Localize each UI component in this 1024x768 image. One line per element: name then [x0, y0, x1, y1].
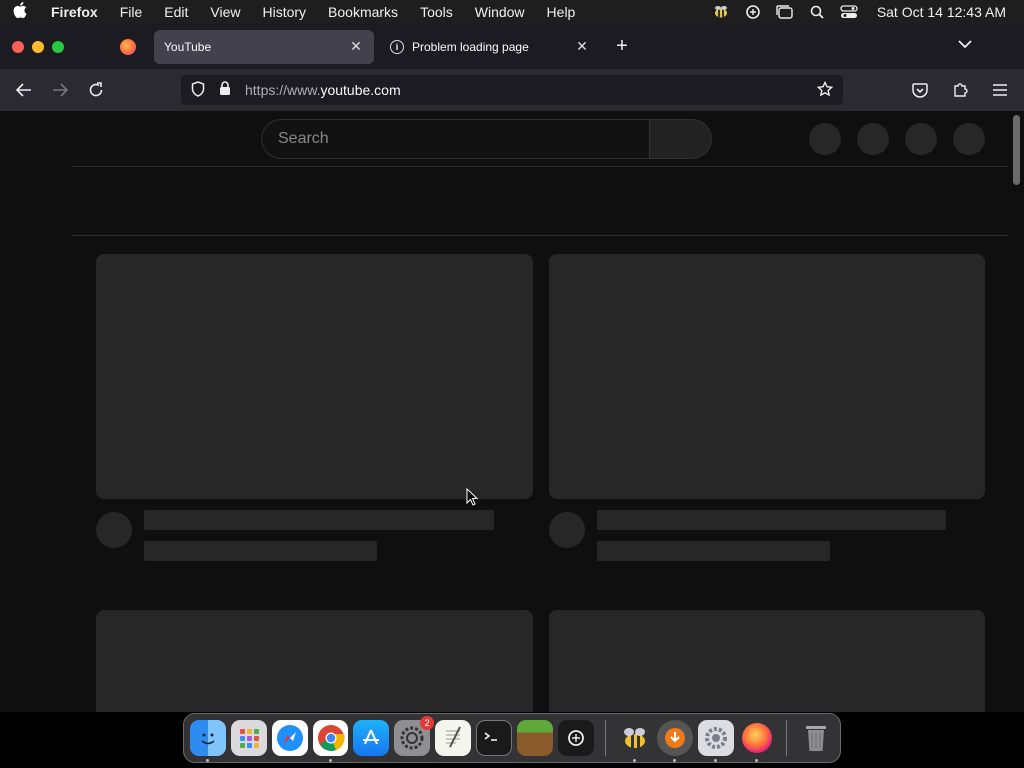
- meta-line-placeholder: [144, 541, 377, 561]
- menu-view[interactable]: View: [199, 4, 251, 20]
- youtube-search-input[interactable]: Search: [261, 119, 649, 159]
- window-controls: [0, 40, 110, 53]
- tab-label: YouTube: [164, 39, 212, 54]
- header-placeholder-circle: [857, 123, 889, 155]
- meta-line-placeholder: [597, 541, 830, 561]
- tab-close-icon[interactable]: ✕: [348, 38, 364, 55]
- video-thumbnail-placeholder: [549, 254, 985, 499]
- menu-window[interactable]: Window: [464, 4, 536, 20]
- url-text: https://www.youtube.com: [245, 82, 401, 98]
- firefox-window: YouTube ✕ i Problem loading page ✕ + htt…: [0, 24, 1024, 712]
- running-indicator: [673, 759, 677, 762]
- firefox-dock-icon[interactable]: [739, 720, 775, 762]
- window-zoom-button[interactable]: [52, 40, 64, 53]
- window-minimize-button[interactable]: [32, 40, 44, 53]
- hamburger-menu-icon[interactable]: [982, 74, 1018, 106]
- header-placeholder-circle: [809, 123, 841, 155]
- running-indicator: [755, 759, 759, 762]
- video-thumbnail-placeholder: [96, 610, 533, 712]
- downloader-icon[interactable]: [657, 720, 694, 762]
- chips-divider: [72, 235, 1008, 236]
- running-indicator: [206, 759, 209, 762]
- toolbar-right: [902, 74, 1018, 106]
- dock: 2: [183, 713, 841, 763]
- navigation-toolbar: https://www.youtube.com: [0, 69, 1024, 111]
- menu-tools[interactable]: Tools: [409, 4, 464, 20]
- safari-icon[interactable]: [271, 720, 308, 756]
- mouse-cursor-icon: [466, 487, 479, 511]
- notification-badge: 2: [420, 716, 435, 730]
- reload-button[interactable]: [78, 74, 114, 106]
- bookmark-star-icon[interactable]: [816, 80, 834, 100]
- tab-label: Problem loading page: [412, 39, 529, 54]
- chatgpt-status-icon[interactable]: [743, 4, 763, 20]
- launchpad-icon[interactable]: [230, 720, 267, 756]
- firefox-icon: [120, 38, 136, 55]
- running-indicator: [328, 759, 332, 762]
- pocket-icon[interactable]: [902, 74, 938, 106]
- trash-icon[interactable]: [798, 720, 834, 756]
- header-placeholder-circle: [905, 123, 937, 155]
- channel-avatar-placeholder: [549, 512, 585, 548]
- app-store-icon[interactable]: [353, 720, 390, 756]
- url-host: youtube.com: [320, 82, 401, 98]
- menu-history[interactable]: History: [251, 4, 317, 20]
- chatgpt-icon[interactable]: [557, 720, 594, 756]
- menu-bookmarks[interactable]: Bookmarks: [317, 4, 409, 20]
- video-thumbnail-placeholder: [549, 610, 985, 712]
- list-all-tabs-chevron-down-icon[interactable]: [958, 36, 972, 54]
- window-switcher-icon[interactable]: [775, 4, 795, 20]
- finder-icon[interactable]: [190, 720, 226, 762]
- page-scrollbar[interactable]: [1013, 115, 1020, 185]
- menu-bar-clock[interactable]: Sat Oct 14 12:43 AM: [877, 4, 1006, 20]
- gear-settings-app-icon[interactable]: [698, 720, 735, 762]
- title-line-placeholder: [144, 510, 494, 530]
- apple-menu-icon[interactable]: [0, 1, 40, 23]
- new-tab-button[interactable]: +: [608, 35, 636, 58]
- running-indicator: [632, 759, 636, 762]
- youtube-search-button[interactable]: [649, 119, 712, 159]
- url-prefix: https://www.: [245, 82, 321, 98]
- menu-bar: Firefox File Edit View History Bookmarks…: [0, 0, 1024, 24]
- bee-app-status-icon[interactable]: [711, 4, 731, 20]
- menu-app-name[interactable]: Firefox: [40, 4, 109, 20]
- video-thumbnail-placeholder: [96, 254, 533, 499]
- pinned-tab-firefox[interactable]: [110, 29, 146, 65]
- chrome-icon[interactable]: [312, 720, 349, 762]
- forward-button[interactable]: [42, 74, 78, 106]
- title-line-placeholder: [597, 510, 946, 530]
- menu-file[interactable]: File: [109, 4, 154, 20]
- tab-strip: YouTube ✕ i Problem loading page ✕ +: [0, 24, 1024, 69]
- channel-avatar-placeholder: [96, 512, 132, 548]
- bee-app-icon[interactable]: [617, 720, 653, 762]
- dock-separator: [604, 720, 606, 756]
- control-center-icon[interactable]: [839, 4, 859, 20]
- running-indicator: [714, 759, 718, 762]
- menu-edit[interactable]: Edit: [153, 4, 199, 20]
- tab-close-icon[interactable]: ✕: [574, 38, 590, 55]
- header-divider: [72, 166, 1008, 167]
- youtube-page: Search: [0, 111, 1024, 712]
- window-close-button[interactable]: [12, 40, 24, 53]
- minecraft-icon[interactable]: [516, 720, 553, 756]
- header-placeholder-circle: [953, 123, 985, 155]
- dock-separator: [786, 720, 788, 756]
- extensions-puzzle-icon[interactable]: [942, 74, 978, 106]
- info-icon: i: [390, 39, 404, 54]
- address-bar[interactable]: https://www.youtube.com: [181, 75, 843, 105]
- spotlight-search-icon[interactable]: [807, 4, 827, 20]
- tab-problem-loading[interactable]: i Problem loading page ✕: [380, 30, 600, 64]
- system-settings-icon[interactable]: 2: [394, 716, 435, 756]
- tracking-protection-shield-icon[interactable]: [191, 80, 205, 100]
- textedit-icon[interactable]: [435, 720, 472, 756]
- lock-icon[interactable]: [219, 81, 231, 99]
- tab-youtube[interactable]: YouTube ✕: [154, 29, 374, 64]
- terminal-icon[interactable]: [476, 720, 512, 756]
- back-button[interactable]: [6, 74, 42, 106]
- menu-help[interactable]: Help: [536, 4, 587, 20]
